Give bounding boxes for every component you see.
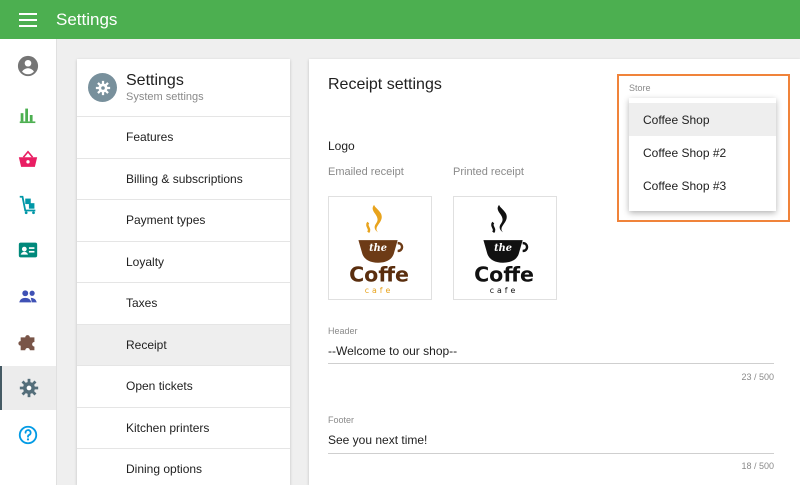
footer-field-underline [328,453,774,454]
integrations-puzzle-icon [18,335,35,351]
customer-card-icon [18,242,38,258]
store-option-coffee-shop-2[interactable]: Coffee Shop #2 [629,136,776,169]
account-button[interactable] [0,44,56,88]
help-icon [18,425,38,445]
nav-employees[interactable] [0,274,56,318]
top-app-bar: Settings [0,0,800,39]
app-title: Settings [56,9,118,29]
logo-label: Logo [328,139,355,153]
footer-text-field[interactable]: See you next time! [328,431,774,449]
settings-gear-icon [19,378,39,398]
store-option-coffee-shop[interactable]: Coffee Shop [629,103,776,136]
settings-list-panel: Settings System settings Features Billin… [77,59,290,485]
header-char-counter: 23 / 500 [741,372,774,382]
basket-icon [18,150,38,167]
svg-text:cafe: cafe [365,286,393,295]
menu-item-open-tickets[interactable]: Open tickets [77,366,290,408]
nav-integrations[interactable] [0,320,56,364]
footer-field-label: Footer [328,415,355,425]
header-field-label: Header [328,326,358,336]
reports-chart-icon [19,108,36,124]
footer-char-counter: 18 / 500 [741,461,774,471]
emailed-logo-upload[interactable]: the Coffe cafe [328,196,432,300]
menu-item-receipt[interactable]: Receipt [77,324,290,366]
settings-panel-subtitle: System settings [126,90,204,103]
menu-item-billing[interactable]: Billing & subscriptions [77,159,290,200]
settings-panel-header: Settings System settings [77,59,290,117]
account-icon [17,55,39,77]
svg-text:the: the [494,243,512,254]
nav-help[interactable] [0,413,56,457]
settings-panel-title: Settings [126,71,184,89]
emailed-coffee-logo: the Coffe cafe [349,204,409,295]
receipt-settings-title: Receipt settings [328,76,442,93]
settings-avatar [88,73,117,102]
nav-rail [0,39,57,485]
menu-item-taxes[interactable]: Taxes [77,283,290,325]
menu-item-kitchen-printers[interactable]: Kitchen printers [77,408,290,449]
gear-icon [95,80,110,95]
header-field-underline [328,363,774,364]
store-select-label: Store [629,83,651,93]
employees-icon [19,290,37,303]
nav-customers[interactable] [0,228,56,272]
store-dropdown-menu: Coffee Shop Coffee Shop #2 Coffee Shop #… [629,98,776,211]
emailed-receipt-label: Emailed receipt [328,166,404,178]
menu-item-features[interactable]: Features [77,117,290,159]
svg-text:cafe: cafe [490,286,518,295]
menu-item-payment-types[interactable]: Payment types [77,200,290,242]
svg-text:Coffe: Coffe [474,262,534,286]
nav-items[interactable] [0,183,56,227]
hamburger-menu-icon [19,12,37,27]
svg-text:the: the [369,243,387,254]
printed-coffee-logo: the Coffe cafe [474,204,534,295]
header-text-field[interactable]: --Welcome to our shop-- [328,342,774,360]
menu-button[interactable] [0,0,56,39]
menu-item-loyalty[interactable]: Loyalty [77,242,290,283]
menu-item-dining-options[interactable]: Dining options [77,449,290,485]
svg-text:Coffe: Coffe [349,262,409,286]
printed-logo-upload[interactable]: the Coffe cafe [453,196,557,300]
nav-sales[interactable] [0,138,56,182]
nav-reports[interactable] [0,93,56,137]
printed-receipt-label: Printed receipt [453,166,524,178]
store-option-coffee-shop-3[interactable]: Coffee Shop #3 [629,169,776,202]
items-cart-icon [19,195,36,215]
nav-settings[interactable] [0,366,56,410]
